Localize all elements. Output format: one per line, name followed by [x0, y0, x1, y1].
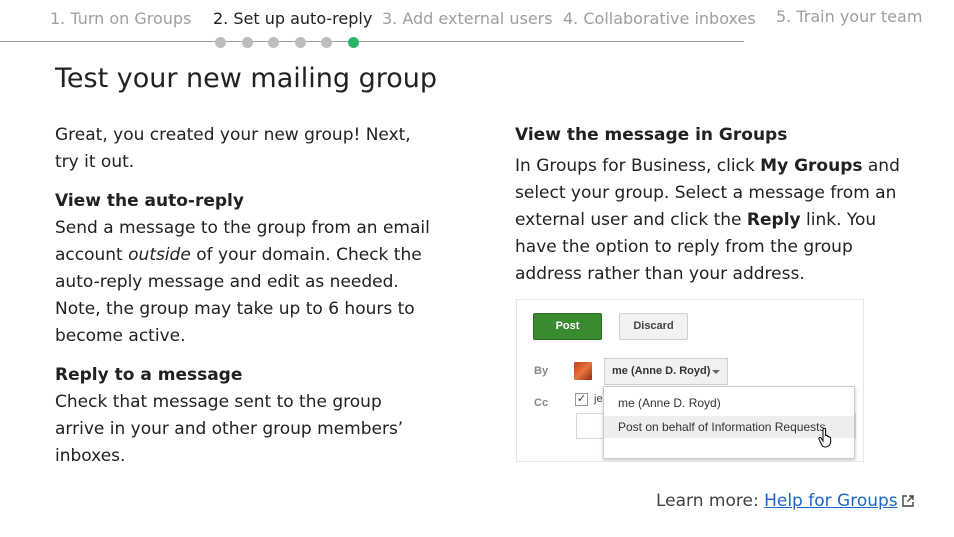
left-column: Great, you created your new group! Next,…	[55, 122, 435, 470]
groups-reply-screenshot: Post Discard By me (Anne D. Royd) Cc ✓ j…	[516, 299, 864, 462]
progress-dot	[347, 37, 359, 48]
section-heading-reply: Reply to a message	[55, 365, 243, 385]
tab-add-external-users[interactable]: 3. Add external users	[382, 9, 553, 28]
section-heading-view-in-groups: View the message in Groups	[515, 125, 788, 145]
tabs-divider-fade	[744, 41, 954, 43]
dropdown-option-on-behalf[interactable]: Post on behalf of Information Requests	[604, 416, 854, 438]
avatar	[574, 362, 592, 380]
from-select-value: me (Anne D. Royd)	[612, 365, 711, 377]
from-dropdown-menu: me (Anne D. Royd) Post on behalf of Info…	[603, 386, 855, 459]
section-text-reply: Check that message sent to the group arr…	[55, 392, 404, 466]
tab-collaborative-inboxes[interactable]: 4. Collaborative inboxes	[563, 9, 756, 28]
tab-turn-on-groups[interactable]: 1. Turn on Groups	[50, 9, 191, 28]
external-link-icon[interactable]	[901, 495, 914, 507]
dropdown-option-me[interactable]: me (Anne D. Royd)	[604, 392, 854, 414]
progress-dot	[268, 37, 279, 48]
section-heading-view-auto-reply: View the auto-reply	[55, 191, 244, 211]
cc-checkbox[interactable]: ✓	[575, 393, 588, 406]
step-tabs: 1. Turn on Groups 2. Set up auto-reply 3…	[0, 0, 954, 43]
tab-set-up-auto-reply[interactable]: 2. Set up auto-reply	[213, 9, 372, 28]
hand-pointer-icon	[818, 428, 832, 448]
tab-train-your-team[interactable]: 5. Train your team	[776, 7, 922, 26]
cc-partial-text: je	[594, 393, 603, 405]
discard-button[interactable]: Discard	[619, 313, 688, 340]
cc-label: Cc	[534, 397, 549, 409]
intro-text: Great, you created your new group! Next,…	[55, 125, 411, 172]
by-label: By	[534, 365, 549, 377]
progress-dot	[215, 37, 226, 48]
chevron-down-icon	[712, 370, 720, 374]
section-text-view-in-groups: In Groups for Business, click My Groups …	[515, 156, 900, 284]
learn-more: Learn more: Help for Groups	[656, 491, 914, 511]
right-column: View the message in Groups In Groups for…	[515, 122, 900, 288]
progress-dot	[294, 37, 306, 48]
progress-dot	[241, 37, 253, 48]
post-button[interactable]: Post	[533, 313, 602, 340]
help-for-groups-link[interactable]: Help for Groups	[764, 491, 898, 511]
progress-dot	[321, 37, 332, 48]
from-select[interactable]: me (Anne D. Royd)	[604, 358, 728, 385]
page-title: Test your new mailing group	[55, 63, 438, 94]
section-text-view-auto-reply: Send a message to the group from an emai…	[55, 218, 430, 346]
learn-more-prefix: Learn more:	[656, 491, 765, 511]
